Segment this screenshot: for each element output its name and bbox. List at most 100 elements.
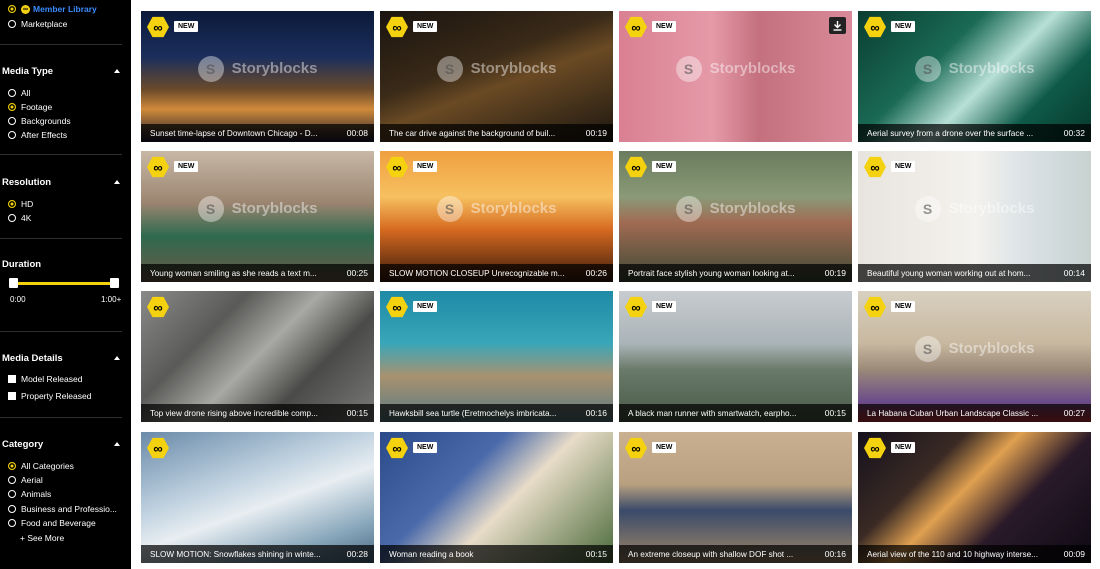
clip-tile[interactable]: ∞ NEW S Storyblocks Aerial survey from a dro…: [858, 11, 1091, 142]
watermark-text: Storyblocks: [709, 200, 796, 218]
media-type-option-after-effects[interactable]: After Effects: [8, 129, 67, 141]
radio-unselected[interactable]: [8, 117, 16, 125]
library-option-marketplace[interactable]: Marketplace: [8, 18, 67, 30]
clip-title[interactable]: La Habana Cuban Urban Landscape Classic …: [867, 409, 1064, 418]
clip-tile[interactable]: ∞ NEW S Storyblocks The car drive against th…: [380, 11, 613, 142]
clip-title[interactable]: Young woman smiling as she reads a text …: [150, 269, 347, 278]
radio-unselected[interactable]: [8, 476, 16, 484]
resolution-option-4k[interactable]: 4K: [8, 212, 31, 224]
clip-title[interactable]: Aerial survey from a drone over the surf…: [867, 129, 1064, 138]
collapse-caret-icon[interactable]: [114, 180, 120, 184]
clip-tile[interactable]: ∞ NEW Aerial view of the 110 and 10 highwa…: [858, 432, 1091, 563]
watermark: S Storyblocks: [675, 55, 795, 82]
clip-title[interactable]: Sunset time-lapse of Downtown Chicago - …: [150, 129, 347, 138]
duration-heading: Duration: [2, 259, 42, 270]
clip-caption: Beautiful young woman working out at hom…: [858, 264, 1091, 282]
duration-slider-max-handle[interactable]: [110, 278, 119, 288]
radio-unselected[interactable]: [8, 519, 16, 527]
watermark: S Storyblocks: [914, 335, 1034, 362]
property-released-checkbox-row[interactable]: Property Released: [8, 390, 91, 402]
clip-tile[interactable]: ∞ NEW An extreme closeup with shallow DOF …: [619, 432, 852, 563]
clip-tile[interactable]: ∞ NEW S Storyblocks Beautiful young woman wo…: [858, 151, 1091, 282]
radio-selected[interactable]: [8, 103, 16, 111]
collapse-caret-icon[interactable]: [114, 69, 120, 73]
watermark: S Storyblocks: [197, 195, 317, 222]
category-option-food[interactable]: Food and Beverage: [8, 517, 96, 529]
clip-caption: Young woman smiling as she reads a text …: [141, 264, 374, 282]
clip-title[interactable]: SLOW MOTION: Snowflakes shining in winte…: [150, 550, 347, 559]
category-option-all[interactable]: All Categories: [8, 460, 74, 472]
clip-title[interactable]: Portrait face stylish young woman lookin…: [628, 269, 825, 278]
option-label: Business and Professio...: [21, 504, 117, 514]
clip-tile[interactable]: ∞ NEW A black man runner with smartwatch, …: [619, 291, 852, 422]
radio-unselected[interactable]: [8, 505, 16, 513]
duration-slider-track[interactable]: [12, 282, 114, 285]
media-type-option-all[interactable]: All: [8, 87, 30, 99]
member-library-icon: ∞: [386, 16, 408, 38]
clip-tile[interactable]: ∞ NEW Hawksbill sea turtle (Eretmochelys i…: [380, 291, 613, 422]
clip-caption: La Habana Cuban Urban Landscape Classic …: [858, 404, 1091, 422]
option-label: After Effects: [21, 130, 68, 140]
resolution-option-hd[interactable]: HD: [8, 198, 33, 210]
clip-duration: 00:26: [585, 268, 607, 278]
category-option-animals[interactable]: Animals: [8, 488, 51, 500]
category-option-aerial[interactable]: Aerial: [8, 474, 43, 486]
clip-tile[interactable]: ∞ SLOW MOTION: Snowflakes shining in wint…: [141, 432, 374, 563]
clip-title[interactable]: SLOW MOTION CLOSEUP Unrecognizable m...: [389, 269, 586, 278]
clip-title[interactable]: The car drive against the background of …: [389, 129, 586, 138]
model-released-checkbox-row[interactable]: Model Released: [8, 373, 82, 385]
clip-title[interactable]: Hawksbill sea turtle (Eretmochelys imbri…: [389, 409, 586, 418]
radio-selected[interactable]: [8, 5, 16, 13]
clip-tile[interactable]: ∞ NEW Woman reading a book 00:15: [380, 432, 613, 563]
clip-title[interactable]: Woman reading a book: [389, 550, 586, 559]
member-library-icon: ∞: [386, 156, 408, 178]
radio-selected[interactable]: [8, 200, 16, 208]
radio-selected[interactable]: [8, 462, 16, 470]
clip-title[interactable]: Beautiful young woman working out at hom…: [867, 269, 1064, 278]
clip-caption: Top view drone rising above incredible c…: [141, 404, 374, 422]
library-option-member[interactable]: ∞ Member Library: [8, 3, 97, 15]
clip-tile[interactable]: ∞ Top view drone rising above incredible …: [141, 291, 374, 422]
member-library-icon: ∞: [864, 437, 886, 459]
checkbox[interactable]: [8, 375, 16, 383]
media-type-option-footage[interactable]: Footage: [8, 101, 52, 113]
clip-title[interactable]: An extreme closeup with shallow DOF shot…: [628, 550, 825, 559]
clip-title[interactable]: A black man runner with smartwatch, earp…: [628, 409, 825, 418]
checkbox[interactable]: [8, 392, 16, 400]
radio-unselected[interactable]: [8, 214, 16, 222]
watermark-text: Storyblocks: [948, 60, 1035, 78]
clip-tile[interactable]: ∞ NEW S Storyblocks Portrait face stylish yo…: [619, 151, 852, 282]
radio-unselected[interactable]: [8, 490, 16, 498]
collapse-caret-icon[interactable]: [114, 356, 120, 360]
clip-title[interactable]: Aerial view of the 110 and 10 highway in…: [867, 550, 1064, 559]
clip-duration: 00:32: [1063, 128, 1085, 138]
media-details-heading: Media Details: [2, 353, 63, 364]
see-more-link[interactable]: + See More: [20, 533, 64, 543]
storyblocks-logo-icon: S: [914, 55, 941, 82]
category-option-business[interactable]: Business and Professio...: [8, 503, 117, 515]
option-label: Backgrounds: [21, 116, 71, 126]
radio-unselected[interactable]: [8, 131, 16, 139]
clip-tile[interactable]: ∞ NEW S Storyblocks Sunset time-lapse of Dow…: [141, 11, 374, 142]
duration-slider-min-handle[interactable]: [9, 278, 18, 288]
clip-tile[interactable]: ∞ NEW S Storyblocks SLOW MOTION CLOSEUP Unre…: [380, 151, 613, 282]
radio-unselected[interactable]: [8, 20, 16, 28]
member-library-icon: ∞: [864, 156, 886, 178]
member-library-icon: ∞: [625, 156, 647, 178]
clip-duration: 00:09: [1063, 549, 1085, 559]
clip-tile[interactable]: ∞ NEW S Storyblocks Young woman smiling as s…: [141, 151, 374, 282]
new-badge: NEW: [891, 442, 916, 453]
collapse-caret-icon[interactable]: [114, 442, 120, 446]
media-type-option-backgrounds[interactable]: Backgrounds: [8, 115, 71, 127]
storyblocks-logo-icon: S: [914, 195, 941, 222]
clip-tile[interactable]: ∞ NEW S Storyblocks La Habana Cuban Urban La…: [858, 291, 1091, 422]
download-icon[interactable]: [829, 17, 846, 34]
clip-tile[interactable]: ∞ NEW S Storyblocks: [619, 11, 852, 142]
resolution-heading: Resolution: [2, 177, 52, 188]
new-badge: NEW: [891, 21, 916, 32]
clip-title[interactable]: Top view drone rising above incredible c…: [150, 409, 347, 418]
radio-unselected[interactable]: [8, 89, 16, 97]
clip-caption: Sunset time-lapse of Downtown Chicago - …: [141, 124, 374, 142]
clip-caption: An extreme closeup with shallow DOF shot…: [619, 545, 852, 563]
option-label: Property Released: [21, 391, 92, 401]
